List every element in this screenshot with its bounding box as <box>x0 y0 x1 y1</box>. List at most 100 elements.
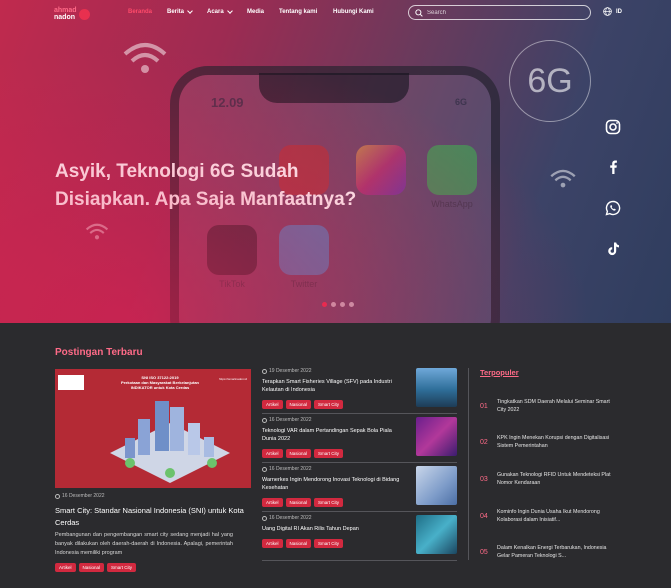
tag[interactable]: Smart City <box>314 400 344 409</box>
slider-dot[interactable] <box>349 302 354 307</box>
whatsapp-icon[interactable] <box>605 200 621 216</box>
tag[interactable]: Artikel <box>262 400 283 409</box>
phone-time: 12.09 <box>211 95 244 110</box>
clock-icon <box>262 368 267 374</box>
popular-item[interactable]: 03 Gunakan Teknologi RFID Untuk Mendetek… <box>480 471 630 487</box>
image-logo <box>58 375 84 390</box>
nav-item-berita[interactable]: Berita <box>167 7 193 15</box>
tag[interactable]: Artikel <box>262 498 283 507</box>
chevron-down-icon <box>226 7 233 14</box>
tag[interactable]: Nasional <box>285 449 312 458</box>
slider-dot[interactable] <box>322 302 327 307</box>
popular-section-title[interactable]: Terpopuler <box>480 368 519 377</box>
tiktok-app-label: TikTok <box>219 279 245 289</box>
popular-item[interactable]: 02 KPK Ingin Menekan Korupsi dengan Digi… <box>480 434 630 450</box>
news-list-item[interactable]: 16 Desember 2022 Warnerkes Ingin Mendoro… <box>262 466 457 512</box>
news-title[interactable]: Terapkan Smart Fisheries Village (SFV) p… <box>262 378 402 394</box>
tag[interactable]: Nasional <box>285 498 312 507</box>
popular-title[interactable]: KPK Ingin Menekan Korupsi dengan Digital… <box>497 434 617 450</box>
popular-title[interactable]: Gunakan Teknologi RFID Untuk Mendeteksi … <box>497 471 617 487</box>
tag[interactable]: Smart City <box>314 539 344 548</box>
tag[interactable]: Nasional <box>285 539 312 548</box>
instagram-icon[interactable] <box>605 119 621 135</box>
nav-item-label: Hubungi Kami <box>333 9 374 15</box>
phone-network: 6G <box>454 97 467 107</box>
popular-rank: 02 <box>480 438 488 446</box>
news-tags: Artikel Nasional Smart City <box>262 498 344 507</box>
tag[interactable]: Artikel <box>55 563 76 572</box>
column-divider <box>468 368 469 560</box>
popular-title[interactable]: Tingkatkan SDM Daerah Melalui Seminar Sm… <box>497 398 617 414</box>
tag[interactable]: Nasional <box>78 563 105 572</box>
popular-item[interactable]: 01 Tingkatkan SDM Daerah Melalui Seminar… <box>480 398 630 414</box>
news-tags: Artikel Nasional Smart City <box>262 539 344 548</box>
popular-item[interactable]: 04 Kominfo Ingin Dunia Usaha Ikut Mendor… <box>480 508 630 524</box>
clock-icon <box>55 493 60 499</box>
popular-rank: 04 <box>480 512 488 520</box>
featured-post-image[interactable]: SNI ISO 37122:2019 Perkotaan dan Masyara… <box>55 369 251 488</box>
search-input[interactable] <box>427 9 577 16</box>
post-date: 16 Desember 2022 <box>55 493 105 499</box>
post-date: 16 Desember 2022 <box>262 417 312 423</box>
logo-text: ahmad nadon <box>54 7 77 21</box>
news-list-item[interactable]: 16 Desember 2022 Teknologi VAR dalam Per… <box>262 417 457 463</box>
tiktok-icon[interactable] <box>605 241 621 257</box>
tag[interactable]: Smart City <box>314 498 344 507</box>
hero-banner[interactable]: 12.09 6G WhatsApp TikTok Twitter 6G Asyi… <box>0 0 671 323</box>
nav-item-beranda[interactable]: Beranda <box>128 9 152 15</box>
language-label: ID <box>616 8 622 15</box>
image-url: https://smartnadon.id <box>218 377 247 381</box>
tag[interactable]: Artikel <box>262 449 283 458</box>
post-date: 16 Desember 2022 <box>262 515 312 521</box>
facebook-icon[interactable] <box>605 159 621 175</box>
nav-item-label: Tentang kami <box>279 9 318 15</box>
nav-item-media[interactable]: Media <box>247 9 264 15</box>
tag[interactable]: Artikel <box>262 539 283 548</box>
featured-post-excerpt: Pembangunan dan pengembangan smart city … <box>55 532 233 556</box>
popular-title[interactable]: Kominfo Ingin Dunia Usaha Ikut Mendorong… <box>497 508 617 524</box>
logo-text-bottom: nadon <box>54 14 75 21</box>
tag[interactable]: Smart City <box>107 563 137 572</box>
language-switcher[interactable]: ID <box>603 7 622 16</box>
twitter-app-icon <box>279 225 329 275</box>
popular-rank: 03 <box>480 475 488 483</box>
news-title[interactable]: Warnerkes Ingin Mendorong Inovasi Teknol… <box>262 476 402 492</box>
nav-item-acara[interactable]: Acara <box>207 7 233 15</box>
news-list-item[interactable]: 16 Desember 2022 Uang Digital RI Akan Ri… <box>262 515 457 561</box>
slider-dot[interactable] <box>331 302 336 307</box>
popular-item[interactable]: 05 Dalam Kenalkan Energi Terbarukan, Ind… <box>480 544 630 560</box>
post-date-text: 16 Desember 2022 <box>269 515 312 521</box>
hero-title-line[interactable]: Disiapkan. Apa Saja Manfaatnya? <box>55 186 435 214</box>
news-thumbnail[interactable] <box>416 515 457 554</box>
search-icon[interactable] <box>415 8 423 17</box>
news-thumbnail[interactable] <box>416 368 457 407</box>
news-list-item[interactable]: 19 Desember 2022 Terapkan Smart Fisherie… <box>262 368 457 414</box>
news-thumbnail[interactable] <box>416 417 457 456</box>
phone-notch <box>259 73 409 103</box>
featured-post-title[interactable]: Smart City: Standar Nasional Indonesia (… <box>55 505 245 529</box>
popular-title[interactable]: Dalam Kenalkan Energi Terbarukan, Indone… <box>497 544 617 560</box>
nav-item-label: Media <box>247 9 265 15</box>
news-title[interactable]: Uang Digital RI Akan Rilis Tahun Depan <box>262 525 402 533</box>
nav-item-label: Beranda <box>128 9 153 15</box>
tiktok-app-icon <box>207 225 257 275</box>
featured-post-tags: Artikel Nasional Smart City <box>55 563 137 572</box>
search-bar[interactable] <box>408 5 591 20</box>
globe-icon <box>603 7 612 16</box>
chevron-down-icon <box>187 7 193 14</box>
slider-dot[interactable] <box>340 302 345 307</box>
popular-rank: 05 <box>480 548 488 556</box>
nav-item-label: Berita <box>167 9 185 15</box>
section-title: Postingan Terbaru <box>55 347 143 358</box>
post-date: 19 Desember 2022 <box>262 368 312 374</box>
news-title[interactable]: Teknologi VAR dalam Pertandingan Sepak B… <box>262 427 402 443</box>
news-thumbnail[interactable] <box>416 466 457 505</box>
image-heading: SNI ISO 37122:2019 Perkotaan dan Masyara… <box>120 375 200 390</box>
hero-title-line[interactable]: Asyik, Teknologi 6G Sudah <box>55 158 435 186</box>
tag[interactable]: Nasional <box>285 400 312 409</box>
tag[interactable]: Smart City <box>314 449 344 458</box>
hero-title[interactable]: Asyik, Teknologi 6G Sudah Disiapkan. Apa… <box>55 158 435 214</box>
nav-item-hubungi-kami[interactable]: Hubungi Kami <box>333 9 374 15</box>
nav-item-tentang-kami[interactable]: Tentang kami <box>279 9 317 15</box>
site-logo[interactable]: ahmad nadon <box>54 7 90 21</box>
